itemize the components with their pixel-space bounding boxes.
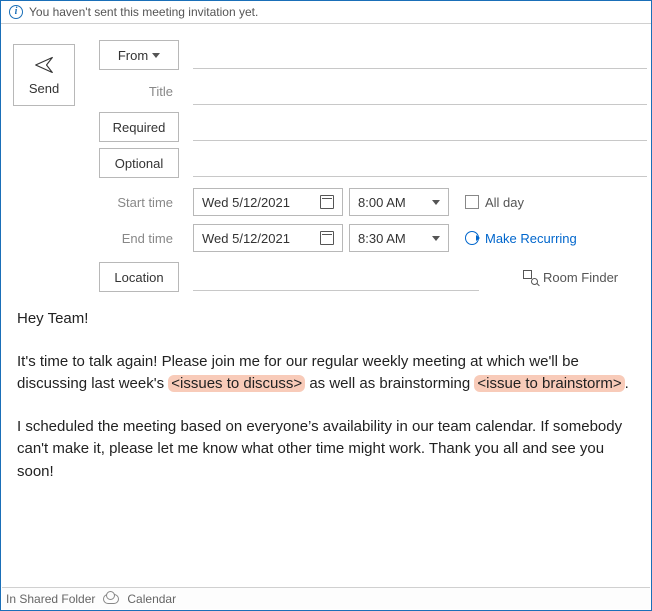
info-icon: i <box>9 5 23 19</box>
end-date-value: Wed 5/12/2021 <box>202 231 290 246</box>
location-input[interactable] <box>193 263 479 291</box>
optional-button[interactable]: Optional <box>99 148 179 178</box>
start-time-label: Start time <box>99 195 179 210</box>
status-bar: In Shared Folder Calendar <box>2 587 650 609</box>
start-date-picker[interactable]: Wed 5/12/2021 <box>193 188 343 216</box>
calendar-icon <box>320 231 334 245</box>
cloud-icon <box>103 594 119 604</box>
from-button[interactable]: From <box>99 40 179 70</box>
status-context: Calendar <box>127 592 176 606</box>
room-finder-link[interactable]: Room Finder <box>523 270 618 285</box>
body-text-frag: as well as brainstorming <box>305 375 474 392</box>
start-date-value: Wed 5/12/2021 <box>202 195 290 210</box>
make-recurring-label: Make Recurring <box>485 231 577 246</box>
all-day-checkbox[interactable]: All day <box>465 195 524 210</box>
title-input[interactable] <box>193 77 647 105</box>
end-time-value: 8:30 AM <box>358 231 406 246</box>
body-text-frag: . <box>625 375 629 392</box>
placeholder-highlight: <issues to discuss> <box>168 375 305 392</box>
recurring-icon <box>465 231 479 245</box>
send-button[interactable]: Send <box>13 44 75 106</box>
checkbox-box <box>465 195 479 209</box>
make-recurring-link[interactable]: Make Recurring <box>465 231 577 246</box>
all-day-label: All day <box>485 195 524 210</box>
body-para-2: It's time to talk again! Please join me … <box>17 351 635 396</box>
compose-area: Send From Title Required Optional Start … <box>1 24 651 292</box>
send-label: Send <box>29 81 59 96</box>
end-time-picker[interactable]: 8:30 AM <box>349 224 449 252</box>
placeholder-highlight: <issue to brainstorm> <box>474 375 624 392</box>
info-text: You haven't sent this meeting invitation… <box>29 5 258 19</box>
status-folder: In Shared Folder <box>6 592 95 606</box>
required-input[interactable] <box>193 113 647 141</box>
body-greeting: Hey Team! <box>17 308 635 331</box>
chevron-down-icon <box>432 200 440 205</box>
start-time-value: 8:00 AM <box>358 195 406 210</box>
body-para-3: I scheduled the meeting based on everyon… <box>17 416 635 484</box>
calendar-icon <box>320 195 334 209</box>
fields-column: From Title Required Optional Start time … <box>99 40 647 292</box>
room-finder-label: Room Finder <box>543 270 618 285</box>
optional-input[interactable] <box>193 149 647 177</box>
end-date-picker[interactable]: Wed 5/12/2021 <box>193 224 343 252</box>
from-button-label: From <box>118 48 148 63</box>
room-finder-icon <box>523 270 537 284</box>
from-input[interactable] <box>193 41 647 69</box>
required-button[interactable]: Required <box>99 112 179 142</box>
title-label: Title <box>99 76 179 106</box>
end-time-label: End time <box>99 231 179 246</box>
info-bar: i You haven't sent this meeting invitati… <box>1 1 651 24</box>
location-button[interactable]: Location <box>99 262 179 292</box>
send-icon <box>34 55 54 75</box>
message-body[interactable]: Hey Team! It's time to talk again! Pleas… <box>1 292 651 519</box>
chevron-down-icon <box>432 236 440 241</box>
chevron-down-icon <box>152 53 160 58</box>
start-time-picker[interactable]: 8:00 AM <box>349 188 449 216</box>
